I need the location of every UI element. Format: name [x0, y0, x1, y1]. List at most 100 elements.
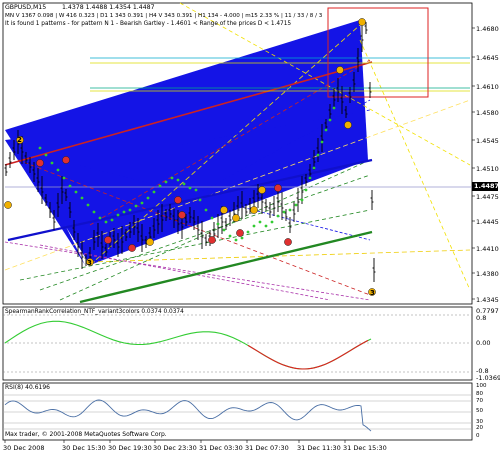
- trail-dot: [320, 140, 324, 144]
- price-tick: 1.4680: [476, 25, 499, 33]
- pattern-marker: [208, 236, 216, 244]
- trail-dot: [104, 220, 108, 224]
- rsi-tick: 70: [476, 398, 483, 404]
- trail-dot: [38, 146, 42, 150]
- rsi-title: RSI(8) 40.6196: [5, 384, 50, 391]
- spearman-tick: 0.00: [476, 339, 491, 347]
- pattern-marker: [250, 206, 258, 214]
- pattern-marker: [146, 238, 154, 246]
- trail-dot: [92, 210, 96, 214]
- trail-dot: [312, 166, 316, 170]
- metatrader-chart-window: GBPUSD,M15 1.4378 1.4488 1.4354 1.4487 M…: [0, 0, 500, 457]
- trail-dot: [246, 230, 250, 234]
- price-tick: 1.4345: [476, 296, 499, 304]
- price-tick: 1.4475: [476, 193, 499, 201]
- trail-dot: [68, 184, 72, 188]
- trail-dot: [56, 168, 60, 172]
- price-tick: 1.4545: [476, 137, 499, 145]
- spearman-panel-frame: [2, 306, 473, 381]
- trail-dot: [182, 182, 186, 186]
- trail-dot: [240, 236, 244, 240]
- price-tick: 1.4610: [476, 83, 499, 91]
- time-tick: 31 Dec 07:30: [245, 444, 289, 452]
- trail-dot: [328, 118, 332, 122]
- trail-dot: [270, 220, 274, 224]
- time-tick: 30 Dec 2008: [3, 444, 45, 452]
- copyright-text: Max trader, © 2001-2008 MetaQuotes Softw…: [5, 431, 167, 438]
- pattern-marker: [4, 201, 12, 209]
- trail-dot: [170, 176, 174, 180]
- rsi-tick: 0: [476, 433, 480, 439]
- time-tick: 31 Dec 11:30: [297, 444, 341, 452]
- price-tick: 1.4580: [476, 109, 499, 117]
- trail-dot: [282, 210, 286, 214]
- trail-dot: [116, 213, 120, 217]
- rsi-tick: 80: [476, 391, 483, 397]
- trail-dot: [140, 201, 144, 205]
- trail-dot: [44, 153, 48, 157]
- pattern-marker: [274, 184, 282, 192]
- pattern-info-text: It is found 1 patterns - for pattern N 1…: [5, 21, 292, 27]
- time-tick: 30 Dec 15:30: [62, 444, 106, 452]
- current-price-label: 1.4487: [474, 182, 500, 190]
- pattern-marker: [220, 206, 228, 214]
- pattern-marker: [236, 229, 244, 237]
- trail-dot: [188, 186, 192, 190]
- pattern-marker: [284, 238, 292, 246]
- rsi-tick: 20: [476, 425, 483, 431]
- trail-dot: [204, 208, 208, 212]
- spearman-tick: 0.8: [476, 314, 487, 322]
- pattern-marker: [258, 186, 266, 194]
- trail-dot: [98, 216, 102, 220]
- ohlc-values: 1.4378 1.4488 1.4354 1.4487: [62, 4, 155, 11]
- spearman-title: SpearmanRankCorrelation_NTF_variant3colo…: [5, 309, 184, 315]
- price-tick: 1.4445: [476, 218, 499, 226]
- trail-dot: [300, 198, 304, 202]
- trail-dot: [128, 208, 132, 212]
- trail-dot: [276, 214, 280, 218]
- trail-dot: [234, 238, 238, 242]
- trail-dot: [222, 228, 226, 232]
- trail-dot: [316, 153, 320, 157]
- trail-dot: [86, 203, 90, 207]
- chart-canvas[interactable]: [0, 0, 500, 457]
- time-tick: 30 Dec 19:30: [108, 444, 152, 452]
- trail-dot: [146, 196, 150, 200]
- spearman-tick: -1.0369: [476, 374, 500, 382]
- price-tick: 1.4410: [476, 245, 499, 253]
- trail-dot: [110, 218, 114, 222]
- trail-dot: [152, 190, 156, 194]
- trail-dot: [288, 208, 292, 212]
- trail-dot: [252, 224, 256, 228]
- rsi-tick: 50: [476, 408, 483, 414]
- price-tick: 1.4645: [476, 54, 499, 62]
- trail-dot: [258, 220, 262, 224]
- trail-dot: [50, 161, 54, 165]
- symbol-timeframe: GBPUSD,M15: [5, 4, 47, 11]
- pattern-marker: [174, 196, 182, 204]
- rsi-tick: 100: [476, 383, 487, 389]
- pattern-marker: [36, 159, 44, 167]
- trail-dot: [228, 234, 232, 238]
- trail-dot: [158, 184, 162, 188]
- trail-dot: [264, 224, 268, 228]
- trail-dot: [80, 196, 84, 200]
- trail-dot: [304, 188, 308, 192]
- trail-dot: [308, 176, 312, 180]
- price-tick: 1.4510: [476, 165, 499, 173]
- trail-dot: [198, 198, 202, 202]
- pattern-marker: [128, 244, 136, 252]
- trail-dot: [122, 210, 126, 214]
- point-label-3-left: 3: [87, 259, 92, 267]
- pattern-marker: [104, 236, 112, 244]
- time-tick: 30 Dec 23:30: [153, 444, 197, 452]
- pattern-marker: [232, 214, 240, 222]
- trail-dot: [176, 178, 180, 182]
- trail-dot: [164, 180, 168, 184]
- pattern-marker: [62, 156, 70, 164]
- point-label-3-right: 3: [370, 289, 375, 297]
- trail-dot: [134, 204, 138, 208]
- pattern-marker: [178, 211, 186, 219]
- point-label-2: 2: [17, 136, 22, 144]
- trail-dot: [62, 176, 66, 180]
